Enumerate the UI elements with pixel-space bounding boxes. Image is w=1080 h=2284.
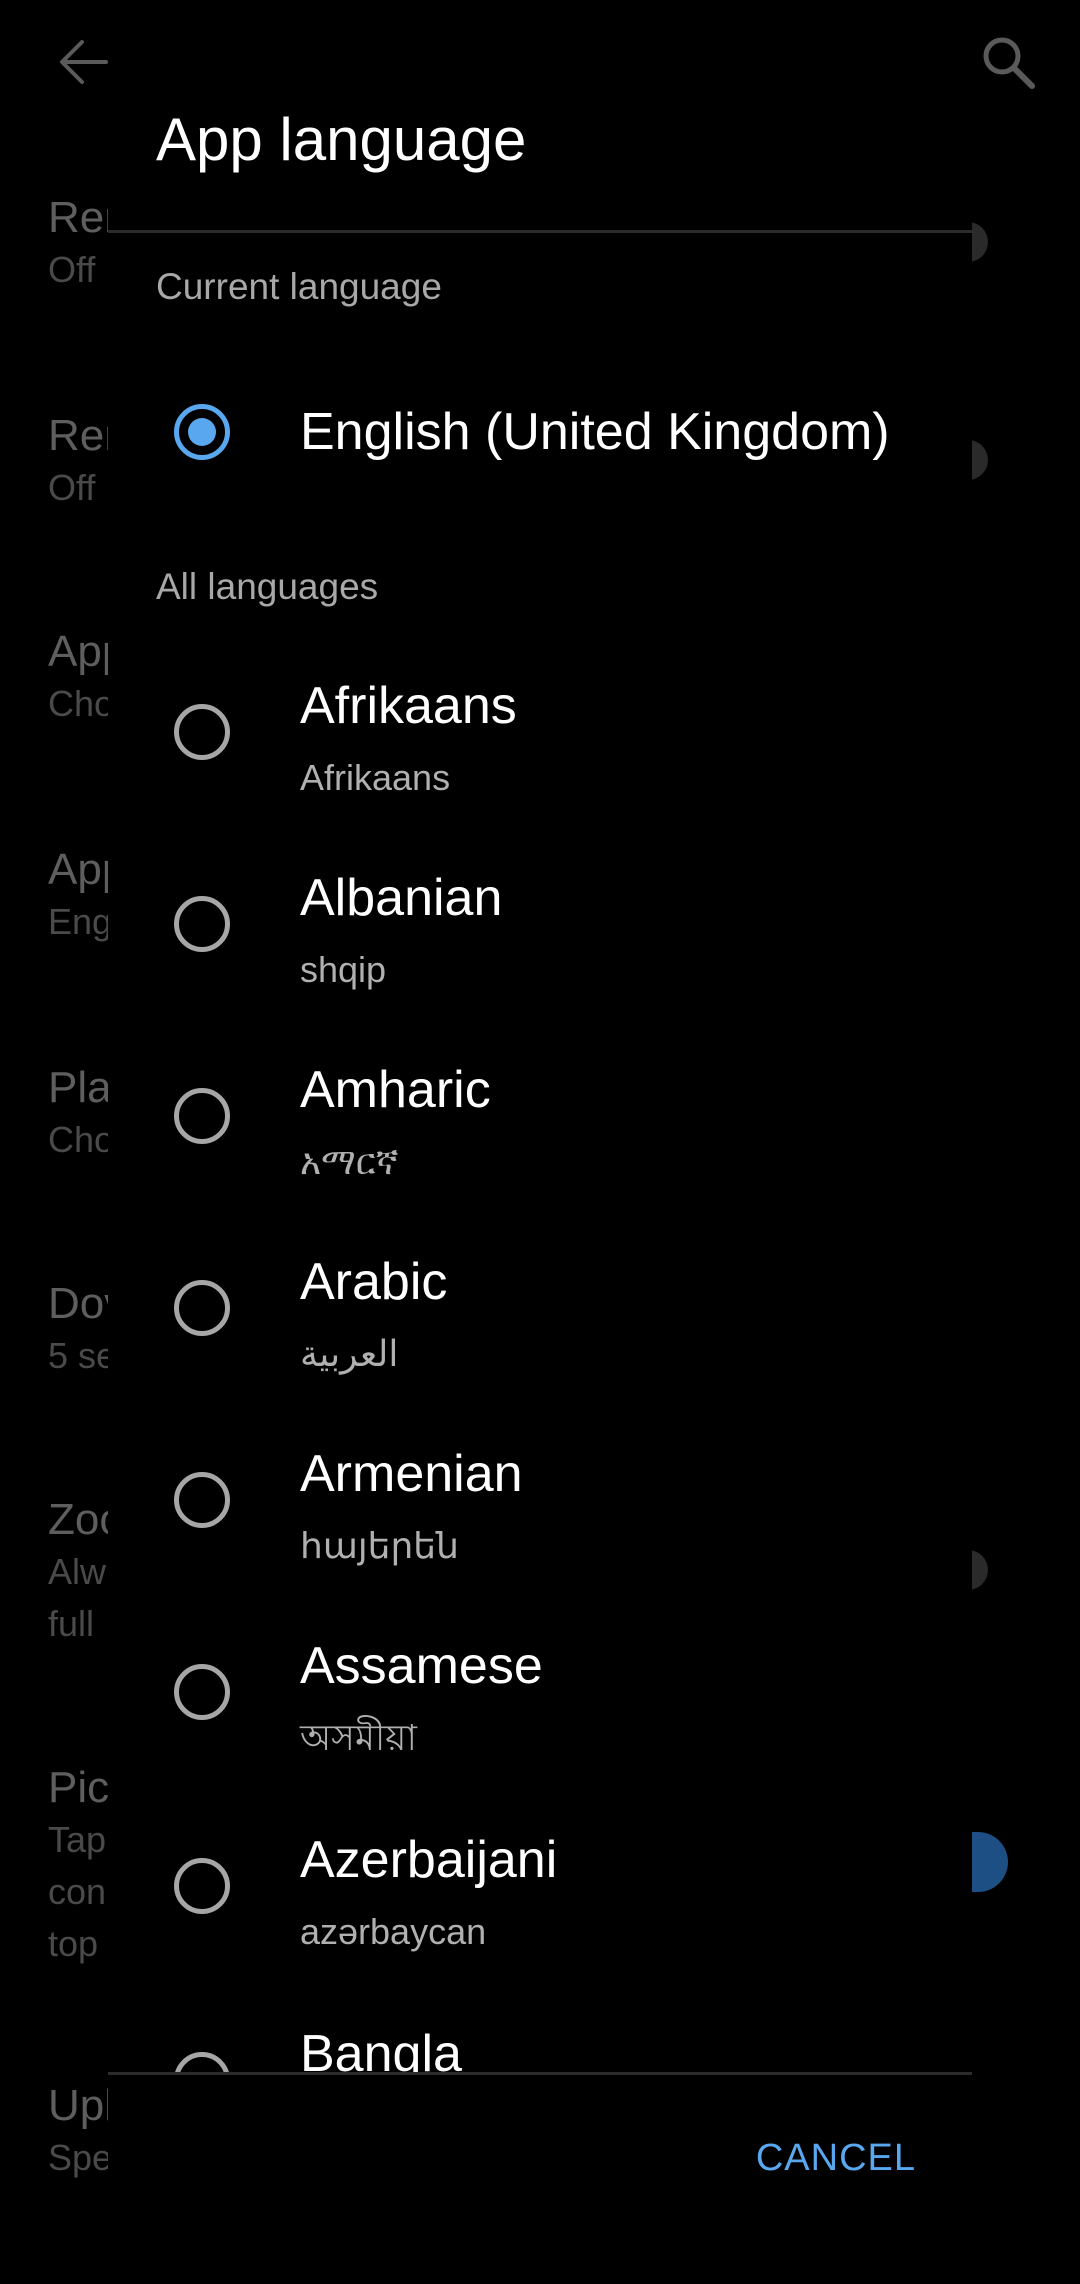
bottom-divider	[108, 2072, 972, 2075]
bg-setting-title: Rer	[48, 411, 108, 460]
radio-unselected[interactable]	[174, 1472, 230, 1528]
language-name: Albanian	[300, 869, 503, 927]
radio-unselected[interactable]	[174, 896, 230, 952]
back-arrow-icon[interactable]	[52, 30, 116, 94]
top-divider	[108, 230, 972, 233]
language-native-name: Afrikaans	[300, 757, 451, 798]
bg-setting-item: Rer Off	[48, 410, 108, 514]
bg-setting-title: Rer	[48, 193, 108, 242]
bg-setting-subtitle: Eng	[48, 901, 108, 942]
bg-setting-item: Dov 5 se	[48, 1278, 108, 1382]
language-name: Armenian	[300, 1445, 523, 1503]
dialog-title: App language	[156, 106, 527, 173]
bg-setting-title: App	[48, 627, 108, 676]
bg-setting-subtitle: Off	[48, 249, 96, 290]
language-native-name: azərbaycan	[300, 1911, 487, 1952]
bg-setting-subtitle: Tap	[48, 1819, 107, 1860]
radio-unselected[interactable]	[174, 1858, 230, 1914]
language-name: Amharic	[300, 1061, 491, 1119]
radio-unselected[interactable]	[174, 704, 230, 760]
bg-setting-subtitle: Off	[48, 467, 96, 508]
app-language-dialog: App language Current language English (U…	[108, 0, 972, 2284]
bg-toggle-switch	[968, 1832, 1008, 1892]
bg-setting-title: Dov	[48, 1279, 108, 1328]
language-native-name: հայերեն	[300, 1525, 459, 1566]
bg-setting-item: Rer Off	[48, 192, 108, 296]
language-name: Assamese	[300, 1637, 543, 1695]
language-name: Bangla	[300, 2025, 462, 2072]
bg-setting-item: App Cho	[48, 626, 108, 730]
bg-setting-item: App Eng	[48, 844, 108, 948]
screen: Rer Off Rer Off App Cho App Eng Pla Cho …	[0, 0, 1080, 2284]
language-list[interactable]: Current language English (United Kingdom…	[108, 234, 972, 2072]
all-languages-header: All languages	[156, 566, 379, 607]
language-native-name: العربية	[300, 1333, 399, 1374]
bg-setting-title: App	[48, 845, 108, 894]
radio-unselected[interactable]	[174, 2052, 230, 2072]
language-name: Afrikaans	[300, 677, 517, 735]
search-icon[interactable]	[976, 30, 1040, 94]
bg-setting-subtitle: Alw	[48, 1551, 107, 1592]
language-native-name: অসমীয়া	[300, 1717, 417, 1758]
bg-setting-subtitle: con	[48, 1871, 107, 1912]
cancel-button[interactable]: CANCEL	[752, 2128, 920, 2188]
bg-setting-title: Upl	[48, 2081, 108, 2130]
language-name: Arabic	[300, 1253, 448, 1311]
bg-setting-item: Upl Spe	[48, 2080, 108, 2184]
radio-unselected[interactable]	[174, 1280, 230, 1336]
bg-setting-item: Pic Tap con top	[48, 1762, 108, 1970]
bg-setting-subtitle: 5 se	[48, 1335, 108, 1376]
bg-setting-subtitle: top	[48, 1923, 99, 1964]
bg-setting-subtitle: full	[48, 1603, 95, 1644]
bg-setting-title: Pla	[48, 1063, 108, 1112]
bg-setting-title: Pic	[48, 1763, 108, 1812]
bg-setting-item: Pla Cho	[48, 1062, 108, 1166]
bg-setting-subtitle: Spe	[48, 2137, 108, 2178]
current-language-header: Current language	[156, 266, 442, 307]
bg-setting-item: Zoo Alw full	[48, 1494, 108, 1650]
radio-selected[interactable]	[174, 404, 230, 460]
language-native-name: shqip	[300, 949, 387, 990]
language-native-name: አማርኛ	[300, 1141, 399, 1182]
radio-unselected[interactable]	[174, 1088, 230, 1144]
radio-unselected[interactable]	[174, 1664, 230, 1720]
language-name: Azerbaijani	[300, 1831, 558, 1889]
bg-setting-title: Zoo	[48, 1495, 108, 1544]
bg-setting-subtitle: Cho	[48, 683, 108, 724]
bg-setting-subtitle: Cho	[48, 1119, 108, 1160]
language-name: English (United Kingdom)	[300, 403, 890, 461]
